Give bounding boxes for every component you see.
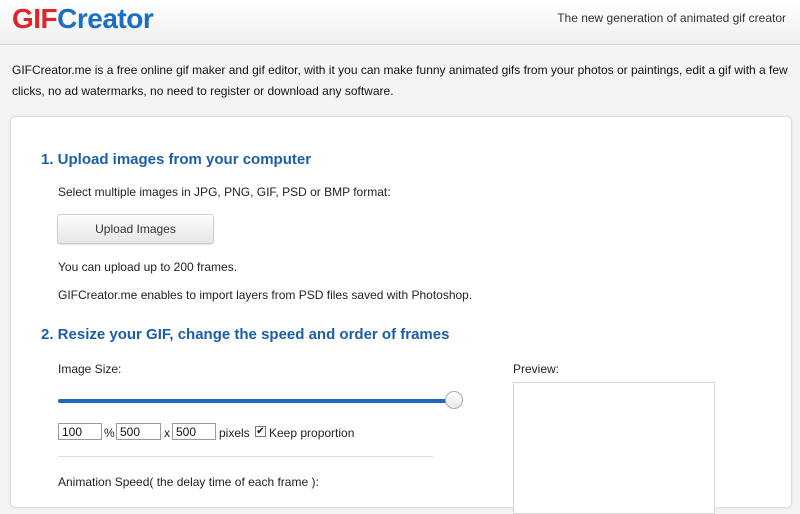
width-input[interactable] [116,423,161,440]
step2-heading: 2. Resize your GIF, change the speed and… [41,326,450,343]
height-input[interactable] [172,423,216,440]
site-header: GIFCreator The new generation of animate… [0,0,800,45]
step1-heading: 1. Upload images from your computer [41,151,312,168]
site-logo[interactable]: GIFCreator [12,3,154,35]
keep-proportion-label: Keep proportion [269,426,355,440]
animation-speed-label: Animation Speed( the delay time of each … [58,475,319,489]
logo-creator-text: Creator [57,3,154,34]
logo-gif-text: GIF [12,3,58,34]
image-size-label: Image Size: [58,362,122,376]
times-sign: x [164,426,170,440]
upload-limit-text: You can upload up to 200 frames. [58,260,238,274]
image-size-slider-track[interactable] [58,399,451,403]
percent-sign: % [104,426,115,440]
preview-label: Preview: [513,362,560,376]
site-tagline: The new generation of animated gif creat… [557,11,786,25]
percent-input[interactable] [58,423,102,440]
psd-import-text: GIFCreator.me enables to import layers f… [58,288,473,302]
pixels-unit-label: pixels [219,426,250,440]
upload-images-button[interactable]: Upload Images [57,214,214,244]
upload-formats-text: Select multiple images in JPG, PNG, GIF,… [58,185,391,199]
main-panel: 1. Upload images from your computer Sele… [10,116,792,514]
intro-text: GIFCreator.me is a free online gif maker… [12,63,788,98]
image-size-slider-handle[interactable] [445,391,463,409]
keep-proportion-checkbox[interactable]: ✔ [255,426,266,437]
section-divider [58,456,433,457]
gif-preview-area [513,382,715,514]
